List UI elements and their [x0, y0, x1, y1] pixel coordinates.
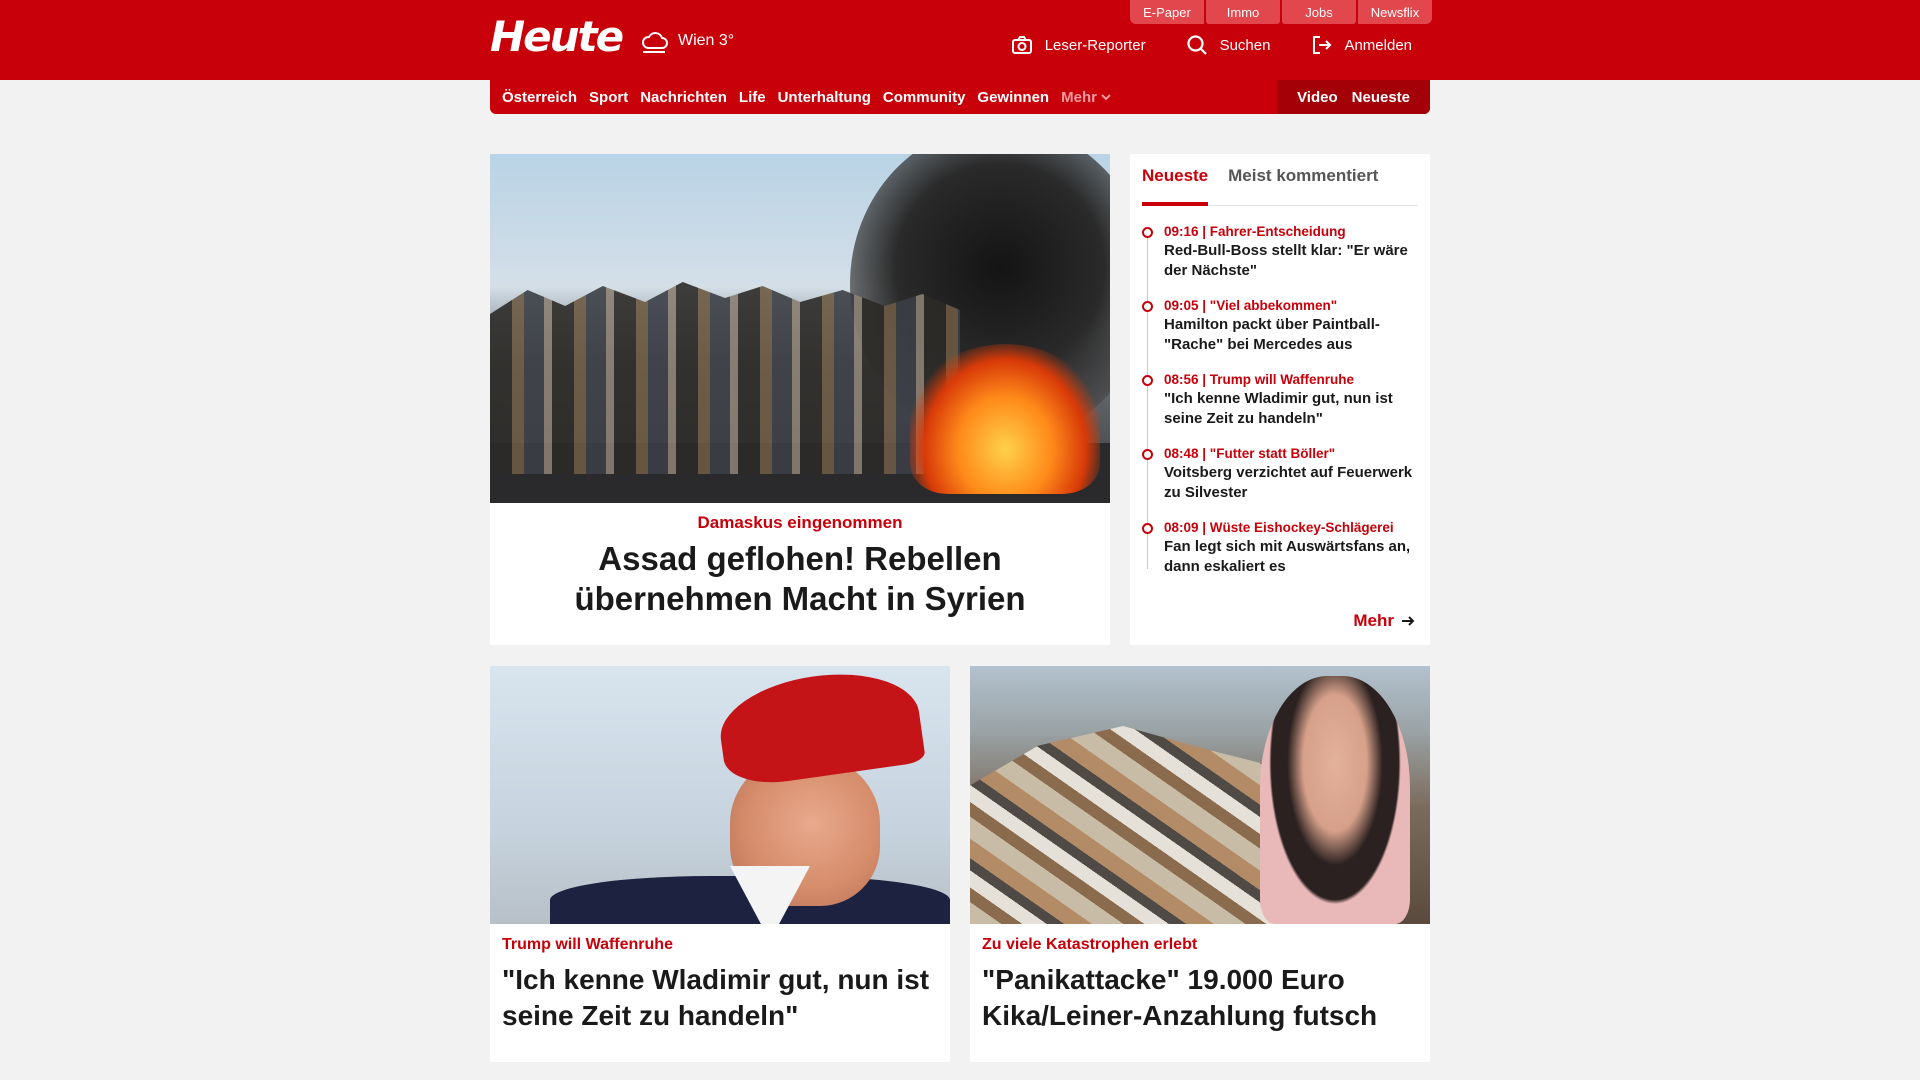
service-tab-newsflix[interactable]: Newsflix: [1358, 0, 1432, 24]
cloud-sun-icon: [642, 32, 668, 53]
nav-item-life[interactable]: Life: [739, 89, 766, 106]
image-person: [1260, 676, 1410, 924]
feed-item-meta: 08:09 | Wüste Eishockey-Schlägerei: [1164, 520, 1394, 535]
list-item[interactable]: 08:09 | Wüste Eishockey-Schlägerei Fan l…: [1142, 520, 1418, 577]
card-headline[interactable]: "Panikattacke" 19.000 Euro Kika/Leiner-A…: [982, 962, 1418, 1034]
hero-article[interactable]: Damaskus eingenommen Assad geflohen! Reb…: [490, 154, 1110, 645]
timeline-dot-icon: [1142, 523, 1153, 534]
list-item[interactable]: 08:56 | Trump will Waffenruhe "Ich kenne…: [1142, 372, 1418, 429]
nav-more-dropdown[interactable]: Mehr: [1061, 89, 1111, 106]
more-news-link[interactable]: Mehr: [1353, 611, 1416, 631]
top-header: [0, 0, 1920, 80]
hero-text: Damaskus eingenommen Assad geflohen! Reb…: [490, 503, 1110, 629]
feed-item-meta: 08:48 | "Futter statt Böller": [1164, 446, 1336, 461]
tab-neueste[interactable]: Neueste: [1142, 162, 1209, 206]
feed-item-title[interactable]: Fan legt sich mit Auswärtsfans an, dann …: [1164, 537, 1418, 577]
weather-widget[interactable]: Wien 3°: [640, 28, 734, 54]
hero-kicker: Damaskus eingenommen: [697, 513, 903, 532]
latest-tabs: Neueste Meist kommentiert: [1142, 162, 1418, 206]
timeline-dot-icon: [1142, 227, 1153, 238]
chevron-down-icon: [1101, 94, 1111, 101]
nav-item-unterhaltung[interactable]: Unterhaltung: [778, 89, 871, 106]
nav-more-label: Mehr: [1061, 88, 1097, 106]
search-label: Suchen: [1219, 36, 1271, 54]
header-actions: Leser-Reporter Suchen Anmelden: [1011, 34, 1412, 56]
nav-item-oesterreich[interactable]: Österreich: [502, 89, 577, 106]
weather-text: Wien 3°: [678, 32, 735, 49]
nav-item-gewinnen[interactable]: Gewinnen: [977, 89, 1049, 106]
list-item[interactable]: 08:48 | "Futter statt Böller" Voitsberg …: [1142, 446, 1418, 503]
nav-item-neueste[interactable]: Neueste: [1352, 89, 1410, 106]
reader-reporter-button[interactable]: Leser-Reporter: [1011, 34, 1146, 56]
service-tab-epaper[interactable]: E-Paper: [1130, 0, 1204, 24]
arrow-right-icon: [1402, 616, 1415, 626]
card-text: Zu viele Katastrophen erlebt "Panikattac…: [970, 924, 1430, 1046]
feed-item-meta: 08:56 | Trump will Waffenruhe: [1164, 372, 1355, 387]
list-item[interactable]: 09:05 | "Viel abbekommen" Hamilton packt…: [1142, 298, 1418, 355]
latest-news-panel: Neueste Meist kommentiert 09:16 | Fahrer…: [1130, 154, 1430, 645]
search-icon: [1186, 35, 1207, 55]
more-news-label: Mehr: [1353, 611, 1394, 630]
search-button[interactable]: Suchen: [1186, 34, 1271, 56]
timeline-dot-icon: [1142, 375, 1153, 386]
nav-item-video[interactable]: Video: [1297, 89, 1338, 106]
nav-right-group: Video Neueste: [1277, 80, 1430, 114]
card-headline[interactable]: "Ich kenne Wladimir gut, nun ist seine Z…: [502, 962, 938, 1034]
site-logo[interactable]: Heute: [490, 12, 624, 61]
image-cap: [714, 666, 926, 790]
hero-image-fire: [910, 344, 1100, 494]
timeline-dot-icon: [1142, 449, 1153, 460]
feed-item-title[interactable]: Hamilton packt über Paintball-"Rache" be…: [1164, 315, 1418, 355]
feed-item-title[interactable]: Voitsberg verzichtet auf Feuerwerk zu Si…: [1164, 463, 1418, 503]
card-text: Trump will Waffenruhe "Ich kenne Wladimi…: [490, 924, 950, 1046]
article-card-flood[interactable]: Zu viele Katastrophen erlebt "Panikattac…: [970, 666, 1430, 1062]
feed-item-meta: 09:16 | Fahrer-Entscheidung: [1164, 224, 1346, 239]
timeline-dot-icon: [1142, 301, 1153, 312]
login-icon: [1313, 36, 1332, 54]
hero-image[interactable]: [490, 154, 1110, 503]
service-tabs: E-Paper Immo Jobs Newsflix: [1130, 0, 1432, 24]
article-image-flood[interactable]: [970, 666, 1430, 924]
card-kicker: Trump will Waffenruhe: [502, 936, 673, 953]
list-item[interactable]: 09:16 | Fahrer-Entscheidung Red-Bull-Bos…: [1142, 224, 1418, 281]
tab-meist-kommentiert[interactable]: Meist kommentiert: [1228, 162, 1378, 206]
service-tab-immo[interactable]: Immo: [1206, 0, 1280, 24]
feed-item-title[interactable]: Red-Bull-Boss stellt klar: "Er wäre der …: [1164, 241, 1418, 281]
login-label: Anmelden: [1344, 36, 1412, 54]
latest-feed: 09:16 | Fahrer-Entscheidung Red-Bull-Bos…: [1142, 224, 1418, 577]
nav-item-nachrichten[interactable]: Nachrichten: [640, 89, 727, 106]
hero-headline[interactable]: Assad geflohen! Rebellen übernehmen Mach…: [508, 539, 1092, 619]
article-card-trump[interactable]: Trump will Waffenruhe "Ich kenne Wladimi…: [490, 666, 950, 1062]
reader-reporter-label: Leser-Reporter: [1044, 36, 1146, 54]
feed-item-title[interactable]: "Ich kenne Wladimir gut, nun ist seine Z…: [1164, 389, 1418, 429]
nav-item-sport[interactable]: Sport: [589, 89, 628, 106]
article-image-trump[interactable]: [490, 666, 950, 924]
nav-item-community[interactable]: Community: [883, 89, 966, 106]
card-kicker: Zu viele Katastrophen erlebt: [982, 936, 1198, 953]
login-button[interactable]: Anmelden: [1310, 34, 1412, 56]
service-tab-jobs[interactable]: Jobs: [1282, 0, 1356, 24]
image-debris: [970, 726, 1310, 924]
feed-item-meta: 09:05 | "Viel abbekommen": [1164, 298, 1338, 313]
main-navigation: Österreich Sport Nachrichten Life Unterh…: [490, 80, 1430, 114]
camera-icon: [1011, 36, 1032, 54]
